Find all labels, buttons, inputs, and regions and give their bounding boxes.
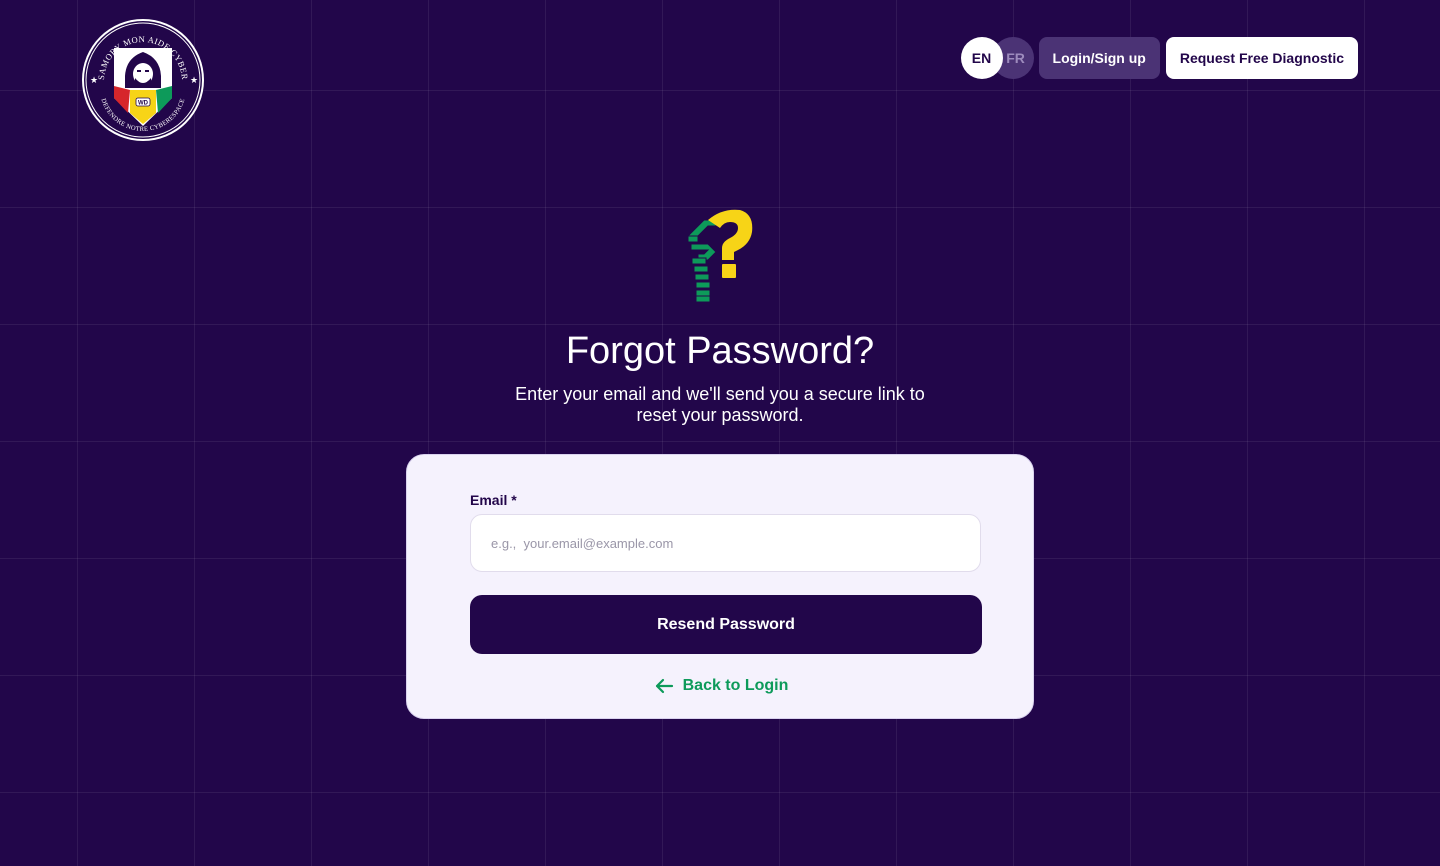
request-diagnostic-button[interactable]: Request Free Diagnostic (1165, 37, 1358, 79)
back-to-login-label: Back to Login (682, 677, 789, 694)
language-toggle[interactable]: FR EN (960, 37, 1034, 79)
email-label: Email * (470, 492, 517, 508)
login-signup-button[interactable]: Login/Sign up (1038, 37, 1160, 79)
arrow-left-icon (654, 678, 674, 694)
logo-badge: WD (138, 101, 149, 107)
star-right-icon: ★ (190, 75, 198, 85)
resend-password-button[interactable]: Resend Password (470, 595, 982, 654)
back-to-login-link[interactable]: Back to Login (407, 677, 1035, 695)
page-subtitle: Enter your email and we'll send you a se… (515, 384, 925, 425)
page-title: Forgot Password? (565, 330, 875, 372)
question-mark-icon (686, 206, 756, 304)
logo-emblem: SAMORY MON AIDE CYBER DEFENDRE NOTRE CYB… (82, 19, 204, 141)
star-left-icon: ★ (90, 75, 98, 85)
logo[interactable]: SAMORY MON AIDE CYBER DEFENDRE NOTRE CYB… (80, 18, 207, 144)
lang-en-button[interactable]: EN (960, 37, 1003, 79)
email-field[interactable] (470, 514, 981, 572)
top-nav: FR EN Login/Sign up Request Free Diagnos… (960, 37, 1358, 79)
reset-card: Email * Resend Password Back to Login (406, 454, 1034, 719)
